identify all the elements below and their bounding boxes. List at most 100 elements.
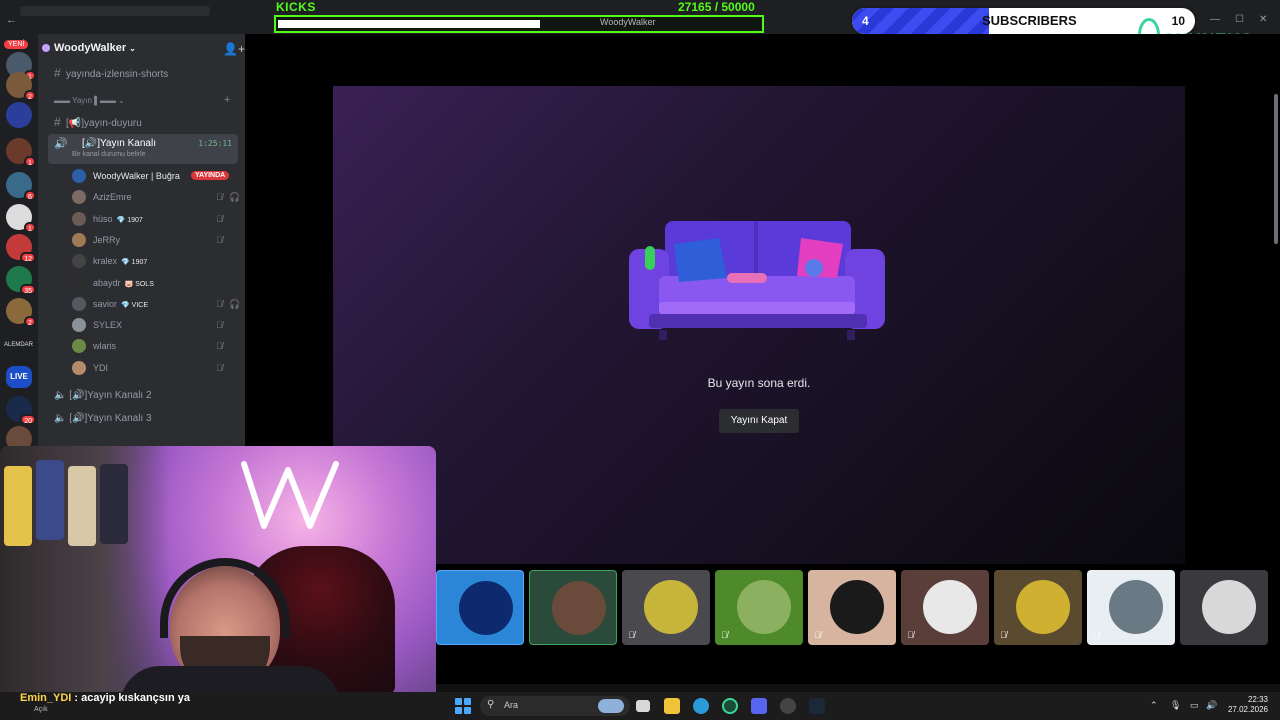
scrollbar[interactable] bbox=[1272, 92, 1280, 252]
member-name: WoodyWalker | Buğra bbox=[93, 171, 180, 181]
edge-browser-icon[interactable] bbox=[693, 698, 709, 714]
microphone-icon[interactable]: 🎙 bbox=[1170, 700, 1181, 711]
voice-member[interactable]: savior 💎 VICE 🎙̸ 🎧 bbox=[72, 295, 240, 313]
live-server-icon[interactable]: LIVE bbox=[6, 366, 32, 388]
scroll-thumb[interactable] bbox=[1274, 94, 1278, 244]
unread-badge: 2 bbox=[24, 316, 36, 327]
voice-member[interactable]: kralex 💎 1907 bbox=[72, 252, 237, 270]
channel-sidebar: WoodyWalker ⌄ 👤+ # yayında-izlensin-shorts… bbox=[38, 34, 245, 454]
server-text-tile[interactable]: ALEMDAR bbox=[4, 342, 33, 348]
participant-tile[interactable] bbox=[529, 570, 617, 645]
server-icon[interactable]: 2 bbox=[6, 72, 36, 101]
avatar bbox=[1109, 580, 1163, 634]
voice-member[interactable]: WoodyWalker | Buğra YAYINDA bbox=[72, 167, 237, 185]
voice-member[interactable]: AzizEmre 🎙̸ 🎧 bbox=[72, 188, 240, 206]
invite-people-icon[interactable]: 👤+ bbox=[223, 42, 245, 56]
participant-tile[interactable]: 🎙̸ bbox=[622, 570, 710, 645]
hash-icon: # bbox=[54, 115, 61, 129]
close-stream-button[interactable]: Yayını Kapat bbox=[719, 409, 799, 433]
avatar bbox=[72, 169, 86, 183]
task-view-icon[interactable] bbox=[636, 700, 650, 712]
voice-member[interactable]: JeRRy 🎙̸ bbox=[72, 231, 237, 249]
server-icon[interactable]: 1 bbox=[6, 204, 36, 233]
create-channel-icon[interactable]: + bbox=[224, 94, 230, 106]
avatar bbox=[644, 580, 698, 634]
browser-tab-strip[interactable] bbox=[20, 6, 210, 16]
start-button[interactable] bbox=[455, 698, 471, 714]
avatar bbox=[830, 580, 884, 634]
participant-tile[interactable] bbox=[1180, 570, 1268, 645]
member-name: SYLEX bbox=[93, 320, 123, 331]
server-icon[interactable] bbox=[6, 102, 32, 128]
avatar bbox=[737, 580, 791, 634]
file-explorer-icon[interactable] bbox=[664, 698, 680, 714]
subscriber-count: 4 bbox=[862, 14, 869, 28]
member-badge: 💎 VICE bbox=[121, 301, 149, 309]
server-icon[interactable]: 20 bbox=[6, 396, 36, 425]
voice-channel-2[interactable]: 🔈 [🔊]Yayın Kanalı 2 bbox=[54, 390, 152, 401]
channel-label: yayında-izlensin-shorts bbox=[66, 69, 169, 80]
voice-channel-active[interactable]: 🔊 [🔊]Yayın Kanalı Bir kanal durumu belir… bbox=[48, 134, 238, 164]
voice-member[interactable]: SYLEX 🎙̸ bbox=[72, 316, 237, 334]
member-name: YDI bbox=[93, 362, 109, 373]
new-badge: YENİ bbox=[4, 40, 29, 49]
unread-badge: 6 bbox=[24, 190, 36, 201]
participant-tile[interactable]: 🎙̸ bbox=[715, 570, 803, 645]
unread-badge: 12 bbox=[20, 252, 36, 263]
muted-mic-icon: 🎙̸ bbox=[216, 213, 223, 224]
participant-tile[interactable]: 🎙̸ bbox=[808, 570, 896, 645]
subscriber-label: SUBSCRIBERS bbox=[982, 13, 1077, 28]
taskbar: ⚲ Ara ⌃ 🎙 ▭ 🔊 22:33 27.02.2026 bbox=[0, 692, 1280, 720]
discord-icon[interactable] bbox=[751, 698, 767, 714]
speaker-icon: 🔈 bbox=[54, 390, 70, 401]
voice-channel-3[interactable]: 🔈 [🔊]Yayın Kanalı 3 bbox=[54, 413, 152, 424]
server-badge-icon bbox=[42, 44, 50, 52]
participant-tiles: 🎙̸ 🎙̸ 🎙̸ 🎙̸ 🎙̸ 🎙̸ bbox=[436, 570, 1280, 646]
avatar bbox=[72, 339, 86, 354]
channel-yayin-duyuru[interactable]: # [📢]yayın-duyuru bbox=[54, 115, 142, 129]
avatar bbox=[72, 360, 86, 375]
muted-mic-icon: 🎙̸ bbox=[216, 234, 223, 245]
member-name: wlaris bbox=[93, 341, 117, 352]
server-icon[interactable]: 6 bbox=[6, 172, 36, 201]
app-icon[interactable] bbox=[722, 698, 738, 714]
category-yayin[interactable]: ▬▬ Yayın ▌▬▬ ⌄ bbox=[54, 96, 125, 105]
taskbar-search[interactable]: ⚲ Ara bbox=[480, 696, 630, 716]
member-name: savior 💎 VICE bbox=[93, 298, 149, 309]
clock-time: 22:33 bbox=[1247, 695, 1268, 704]
volume-icon[interactable]: 🔊 bbox=[1206, 700, 1217, 711]
muted-mic-icon: 🎙̸ bbox=[721, 630, 728, 640]
search-icon: ⚲ bbox=[487, 699, 495, 710]
muted-mic-icon: 🎙̸ bbox=[216, 320, 223, 331]
app-icon[interactable] bbox=[780, 698, 796, 714]
voice-channel-status[interactable]: Bir kanal durumu belirle bbox=[72, 151, 146, 158]
live-badge: YAYINDA bbox=[191, 171, 230, 180]
server-icon[interactable]: 35 bbox=[6, 266, 36, 295]
server-name-menu[interactable]: WoodyWalker ⌄ bbox=[54, 42, 136, 54]
tray-overflow-icon[interactable]: ⌃ bbox=[1150, 700, 1158, 711]
voice-member[interactable]: wlaris 🎙̸ bbox=[72, 337, 237, 355]
participant-tile[interactable]: 🎙̸ bbox=[994, 570, 1082, 645]
server-icon[interactable]: 1 bbox=[6, 138, 36, 167]
server-icon[interactable]: 2 bbox=[6, 298, 36, 327]
muted-mic-icon: 🎙̸ bbox=[216, 192, 223, 203]
voice-member[interactable]: abaydr 🐷 SOLS bbox=[72, 274, 237, 292]
neon-w-sign bbox=[241, 461, 339, 529]
stream-ended-message: Bu yayın sona erdi. bbox=[707, 376, 811, 390]
back-arrow-icon[interactable]: ← bbox=[6, 14, 17, 26]
steam-icon[interactable] bbox=[809, 698, 825, 714]
participant-tile[interactable] bbox=[436, 570, 524, 645]
avatar bbox=[72, 190, 86, 205]
participant-tile[interactable]: 🎙̸ bbox=[901, 570, 989, 645]
channel-shorts[interactable]: # yayında-izlensin-shorts bbox=[54, 66, 168, 80]
taskbar-clock[interactable]: 22:33 27.02.2026 bbox=[1226, 695, 1268, 715]
server-icon[interactable]: 12 bbox=[6, 234, 36, 263]
muted-mic-icon: 🎙̸ bbox=[907, 630, 914, 640]
member-name: AzizEmre bbox=[93, 192, 132, 203]
voice-member[interactable]: hüso 💎 1907 🎙̸ bbox=[72, 210, 237, 228]
close-icon[interactable]: ✕ bbox=[1259, 14, 1267, 25]
voice-member[interactable]: YDI 🎙̸ bbox=[72, 359, 237, 377]
network-icon[interactable]: ▭ bbox=[1190, 700, 1199, 711]
weather-widget-icon bbox=[598, 699, 624, 713]
participant-tile[interactable]: 🎙̸ bbox=[1087, 570, 1175, 645]
